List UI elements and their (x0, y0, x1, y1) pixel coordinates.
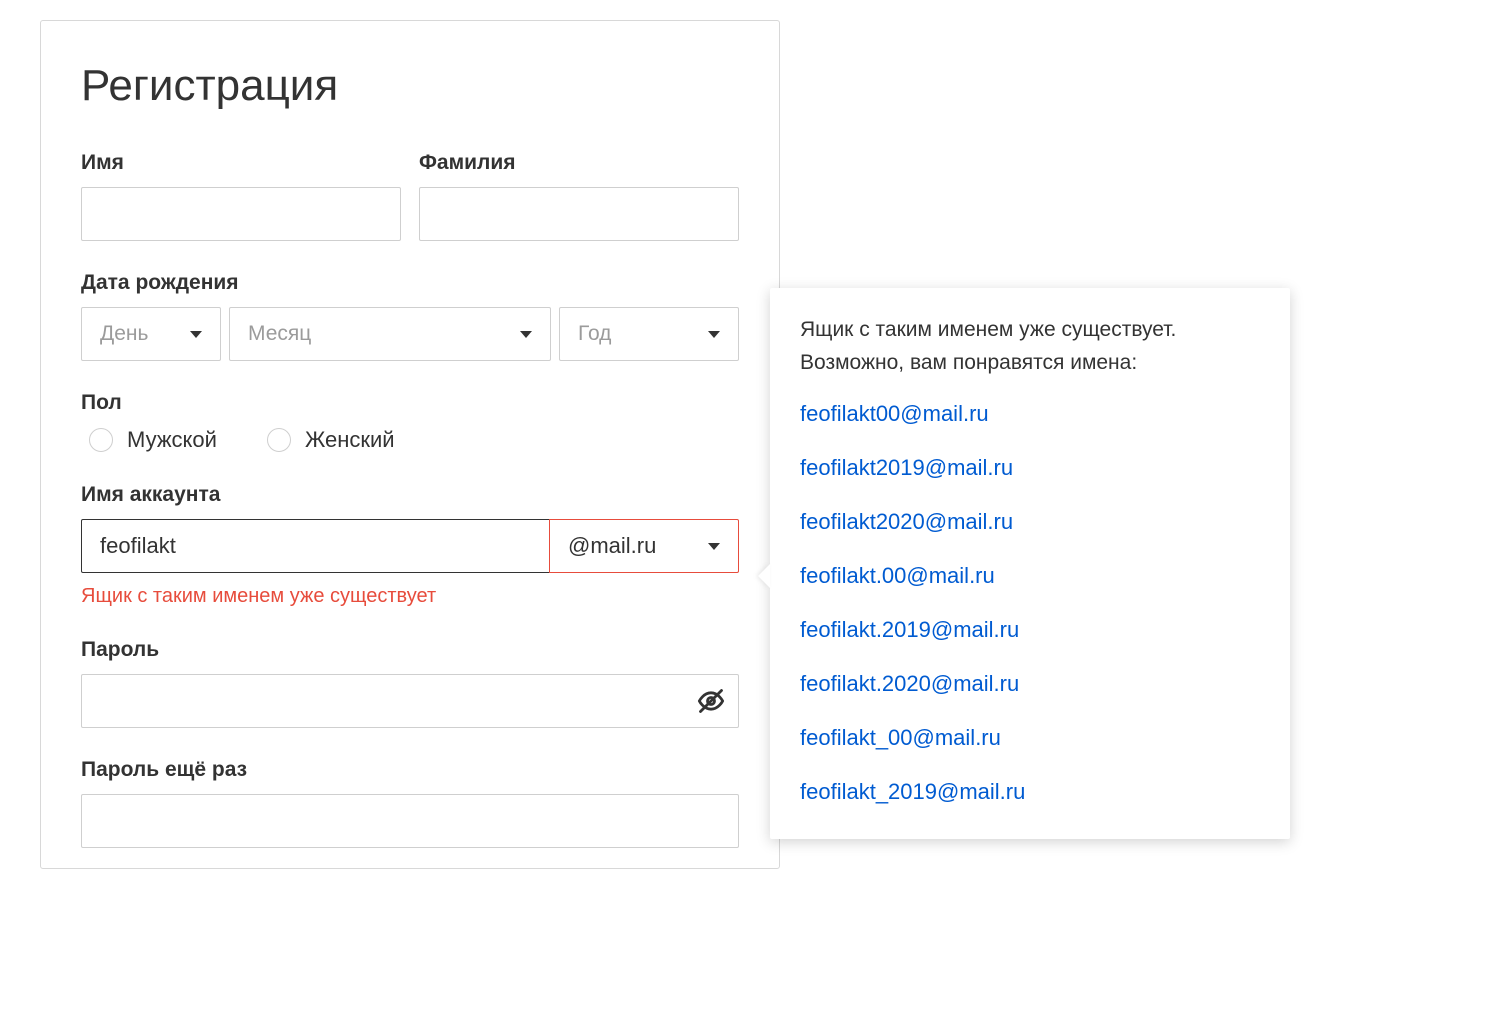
domain-select[interactable]: @mail.ru (549, 519, 739, 573)
gender-female-radio[interactable]: Женский (267, 427, 395, 453)
last-name-input[interactable] (419, 187, 739, 241)
eye-off-icon[interactable] (697, 687, 725, 715)
chevron-down-icon (708, 331, 720, 338)
account-name-label: Имя аккаунта (81, 483, 739, 507)
popover-message: Ящик с таким именем уже существует. Возм… (800, 314, 1260, 379)
account-name-input[interactable]: feofilakt (81, 519, 550, 573)
registration-form: Регистрация Имя Фамилия Дата рождения Де… (40, 20, 780, 869)
last-name-label: Фамилия (419, 151, 739, 175)
password-input[interactable] (81, 674, 739, 728)
chevron-down-icon (708, 543, 720, 550)
suggestion-list: feofilakt00@mail.ru feofilakt2019@mail.ru… (800, 401, 1260, 805)
radio-icon (89, 428, 113, 452)
suggestion-link[interactable]: feofilakt.2019@mail.ru (800, 617, 1260, 643)
page-title: Регистрация (81, 61, 739, 111)
dob-month-placeholder: Месяц (248, 322, 311, 346)
first-name-label: Имя (81, 151, 401, 175)
dob-year-select[interactable]: Год (559, 307, 739, 361)
gender-female-label: Женский (305, 427, 395, 453)
popover-line2: Возможно, вам понравятся имена: (800, 351, 1137, 374)
suggestion-link[interactable]: feofilakt.2020@mail.ru (800, 671, 1260, 697)
chevron-down-icon (520, 331, 532, 338)
suggestion-link[interactable]: feofilakt00@mail.ru (800, 401, 1260, 427)
gender-male-radio[interactable]: Мужской (89, 427, 217, 453)
dob-day-select[interactable]: День (81, 307, 221, 361)
account-error-text: Ящик с таким именем уже существует (81, 585, 739, 608)
chevron-down-icon (190, 331, 202, 338)
suggestion-link[interactable]: feofilakt_00@mail.ru (800, 725, 1260, 751)
domain-value: @mail.ru (568, 533, 656, 559)
dob-year-placeholder: Год (578, 322, 611, 346)
popover-line1: Ящик с таким именем уже существует. (800, 318, 1176, 341)
gender-label: Пол (81, 391, 739, 415)
radio-icon (267, 428, 291, 452)
password-label: Пароль (81, 638, 739, 662)
suggestions-popover: Ящик с таким именем уже существует. Возм… (770, 288, 1290, 839)
dob-month-select[interactable]: Месяц (229, 307, 551, 361)
suggestion-link[interactable]: feofilakt_2019@mail.ru (800, 779, 1260, 805)
dob-label: Дата рождения (81, 271, 739, 295)
password2-label: Пароль ещё раз (81, 758, 739, 782)
password2-input[interactable] (81, 794, 739, 848)
first-name-input[interactable] (81, 187, 401, 241)
dob-day-placeholder: День (100, 322, 148, 346)
gender-male-label: Мужской (127, 427, 217, 453)
suggestion-link[interactable]: feofilakt2020@mail.ru (800, 509, 1260, 535)
suggestion-link[interactable]: feofilakt2019@mail.ru (800, 455, 1260, 481)
suggestion-link[interactable]: feofilakt.00@mail.ru (800, 563, 1260, 589)
